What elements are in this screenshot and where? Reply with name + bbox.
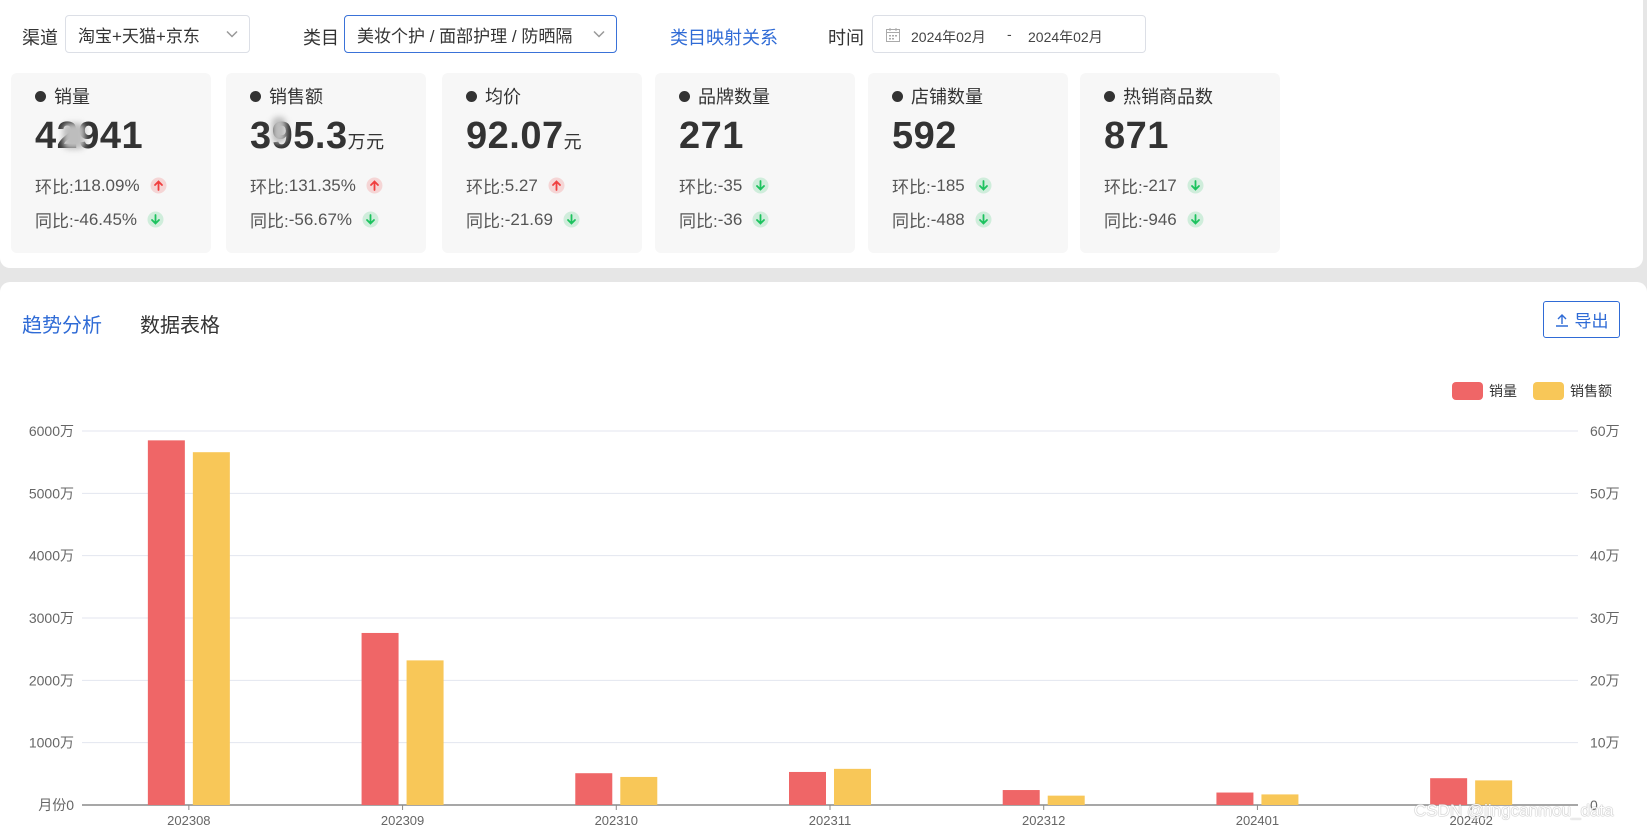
overview-panel: 渠道 淘宝+天猫+京东 类目 美妆个护 / 面部护理 / 防晒隔 类目映射关系 … (0, 0, 1643, 268)
arrow-up-icon (366, 177, 383, 194)
kpi-title: 销量 (35, 83, 90, 109)
bullet-dot (1104, 90, 1115, 102)
chevron-down-icon (226, 30, 238, 38)
kpi-card: 销售额 395.3万元 环比: 131.35% 同比: -56.67% (226, 73, 426, 253)
kpi-yoy: 同比: -488 (892, 207, 992, 232)
tab-trend-analysis[interactable]: 趋势分析 (22, 309, 102, 338)
kpi-value: 92.07元 (466, 115, 583, 157)
channel-select[interactable]: 淘宝+天猫+京东 (65, 15, 250, 53)
kpi-card: 销量 42941 环比: 118.09% 同比: -46.45% (11, 73, 211, 253)
bullet-dot (892, 90, 903, 102)
kpi-title: 热销商品数 (1104, 83, 1213, 109)
legend-swatch (1533, 382, 1564, 400)
kpi-value: 871 (1104, 115, 1169, 157)
category-label: 类目 (303, 28, 339, 48)
kpi-title: 店铺数量 (892, 83, 983, 109)
kpi-value: 271 (679, 115, 744, 157)
kpi-yoy: 同比: -946 (1104, 207, 1204, 232)
arrow-down-icon (752, 177, 769, 194)
redaction-blur (272, 117, 286, 143)
kpi-unit: 万元 (347, 132, 385, 152)
calendar-icon (886, 28, 900, 42)
watermark: CSDN @jingcanmou_data (1414, 801, 1614, 820)
date-range-picker[interactable]: 2024年02月 - 2024年02月 (872, 15, 1146, 53)
kpi-card: 店铺数量 592 环比: -185 同比: -488 (868, 73, 1068, 253)
bullet-dot (466, 90, 477, 102)
legend-label: 销量 (1489, 383, 1517, 399)
category-select[interactable]: 美妆个护 / 面部护理 / 防晒隔 (344, 15, 617, 53)
kpi-unit: 元 (563, 132, 583, 152)
tab-data-table[interactable]: 数据表格 (140, 309, 220, 338)
category-mapping-link[interactable]: 类目映射关系 (670, 24, 778, 50)
kpi-card: 品牌数量 271 环比: -35 同比: -36 (655, 73, 855, 253)
date-separator: - (1007, 26, 1012, 42)
kpi-card: 热销商品数 871 环比: -217 同比: -946 (1080, 73, 1280, 253)
kpi-yoy: 同比: -46.45% (35, 207, 164, 232)
kpi-card: 均价 92.07元 环比: 5.27 同比: -21.69 (442, 73, 642, 253)
arrow-down-icon (752, 211, 769, 228)
arrow-down-icon (147, 211, 164, 228)
legend-label: 销售额 (1570, 383, 1612, 399)
chevron-down-icon (593, 30, 605, 38)
kpi-yoy: 同比: -56.67% (250, 207, 379, 232)
channel-label: 渠道 (22, 28, 58, 48)
arrow-down-icon (362, 211, 379, 228)
upload-icon (1555, 313, 1568, 327)
trend-panel: 趋势分析 数据表格 导出 销量 销售额 (0, 282, 1647, 831)
kpi-mom: 环比: -35 (679, 173, 769, 198)
bullet-dot (250, 90, 261, 102)
kpi-mom: 环比: 5.27 (466, 173, 565, 198)
kpi-title: 销售额 (250, 83, 323, 109)
arrow-down-icon (563, 211, 580, 228)
date-start[interactable]: 2024年02月 (911, 27, 986, 47)
export-label: 导出 (1574, 312, 1609, 331)
kpi-mom: 环比: 131.35% (250, 173, 383, 198)
kpi-value: 592 (892, 115, 957, 157)
arrow-down-icon (1187, 177, 1204, 194)
time-label: 时间 (828, 28, 864, 48)
legend-swatch (1452, 382, 1483, 400)
kpi-value: 395.3万元 (250, 115, 385, 157)
arrow-up-icon (548, 177, 565, 194)
kpi-title: 均价 (466, 83, 521, 109)
arrow-down-icon (975, 211, 992, 228)
bullet-dot (679, 90, 690, 102)
kpi-mom: 环比: -217 (1104, 173, 1204, 198)
export-button[interactable]: 导出 (1543, 301, 1620, 338)
kpi-yoy: 同比: -21.69 (466, 207, 580, 232)
legend-item-sales-volume[interactable]: 销量 (1452, 381, 1517, 401)
kpi-value: 42941 (35, 115, 144, 157)
arrow-down-icon (1187, 211, 1204, 228)
arrow-up-icon (150, 177, 167, 194)
kpi-title: 品牌数量 (679, 83, 770, 109)
channel-select-value: 淘宝+天猫+京东 (78, 26, 200, 46)
arrow-down-icon (975, 177, 992, 194)
kpi-yoy: 同比: -36 (679, 207, 769, 232)
bullet-dot (35, 90, 46, 102)
kpi-mom: 环比: -185 (892, 173, 992, 198)
date-end[interactable]: 2024年02月 (1028, 27, 1103, 47)
kpi-mom: 环比: 118.09% (35, 173, 167, 198)
category-select-value: 美妆个护 / 面部护理 / 防晒隔 (357, 26, 573, 46)
redaction-blur (63, 123, 85, 149)
legend-item-sales-amount[interactable]: 销售额 (1533, 381, 1612, 401)
